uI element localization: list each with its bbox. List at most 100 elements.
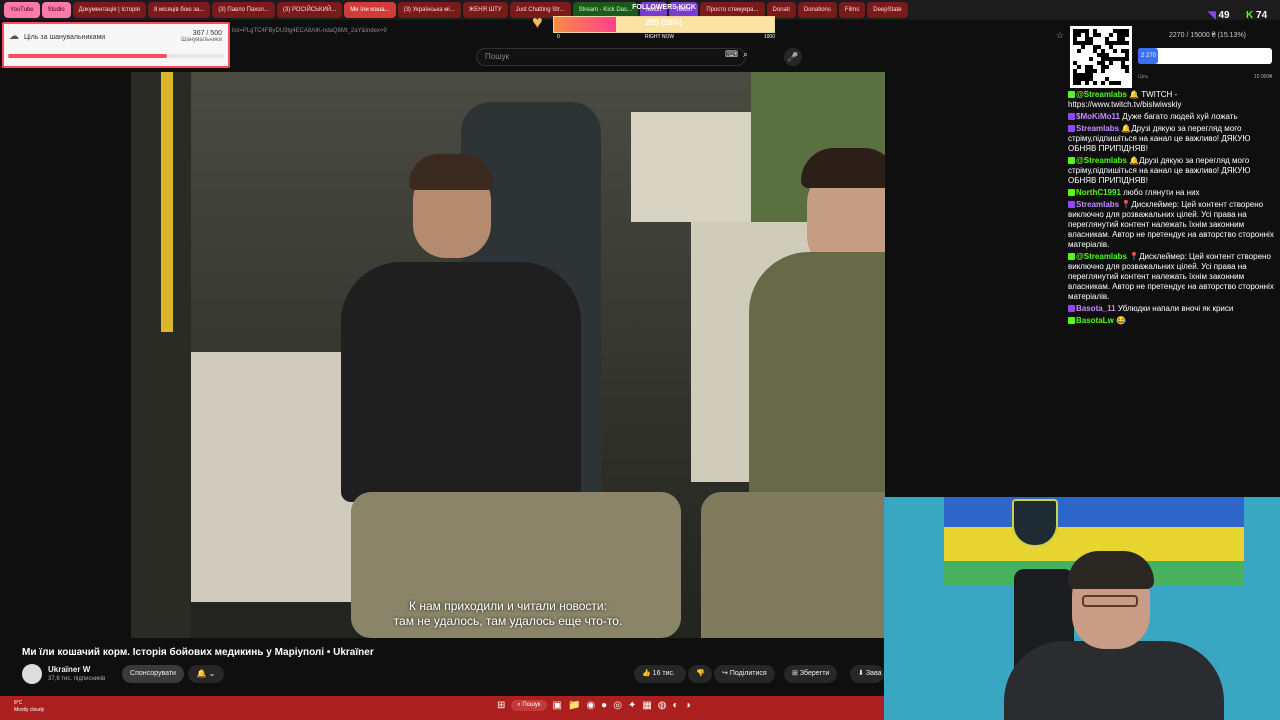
qr-module xyxy=(1105,65,1109,69)
qr-module xyxy=(1101,81,1105,85)
video-title: Ми їли кошачий корм. Історія бойових мед… xyxy=(22,647,374,658)
task-view-icon[interactable]: ▣ xyxy=(553,700,562,711)
chat-username[interactable]: $MoKiMo11 xyxy=(1076,112,1120,121)
channel-name[interactable]: Ukraїner W xyxy=(48,665,90,674)
app-icon-3[interactable]: ✦ xyxy=(628,700,636,711)
bookmark-star-icon[interactable]: ☆ xyxy=(1056,26,1064,44)
qr-module xyxy=(1093,81,1097,85)
weather-desc: Mostly cloudy xyxy=(14,707,45,713)
chat-text: Дуже багато людей хуй ложать xyxy=(1122,112,1238,121)
streamer-hair xyxy=(1068,551,1154,589)
save-button[interactable]: ⊞ Зберегти xyxy=(784,665,838,683)
qr-module xyxy=(1109,33,1113,37)
yellow-handrail xyxy=(161,72,173,332)
chat-username[interactable]: @Streamlabs xyxy=(1076,156,1127,165)
kick-goal-mid: RIGHT NOW xyxy=(645,34,675,40)
webcam-feed xyxy=(884,497,1280,720)
browser-tab[interactable]: (3) РОСІЙСЬКИЙ... xyxy=(276,2,343,18)
streamer-glasses xyxy=(1082,595,1138,607)
thumbs-up-icon: 👍 xyxy=(642,670,651,677)
thumbs-down-icon: 👎 xyxy=(696,670,705,677)
channel-avatar[interactable] xyxy=(22,664,42,684)
twitch-badge-icon xyxy=(1068,113,1075,120)
chrome-icon[interactable]: ◍ xyxy=(658,700,667,711)
windows-start-icon[interactable]: ⊞ xyxy=(497,700,505,711)
follower-goal-widget: ☁ Ціль за шанувальниками 367 / 500 Шанув… xyxy=(2,22,230,68)
video-subtitles: К нам приходили и читали новости: там не… xyxy=(131,599,885,629)
notification-bell-button[interactable]: 🔔 ⌄ xyxy=(188,665,224,683)
taskbar-search[interactable]: ⌕ Пошук xyxy=(511,700,547,711)
browser-icon[interactable]: ◉ xyxy=(586,700,595,711)
chat-text: Ублюдки напали вночі як криси xyxy=(1117,304,1234,313)
browser-tab[interactable]: Films xyxy=(838,2,866,18)
sponsor-button[interactable]: Спонсорувати xyxy=(122,665,184,683)
search-placeholder: Пошук xyxy=(485,52,510,61)
browser-tab[interactable]: YouTube xyxy=(4,2,40,18)
download-button[interactable]: ⬇ Зава xyxy=(850,665,884,683)
bell-icon: 🔔 ⌄ xyxy=(196,669,216,678)
kick-goal-min: 0 xyxy=(557,34,560,40)
woman-right-hair xyxy=(801,148,885,188)
chat-message: $MoKiMo11 Дуже багато людей хуй ложать xyxy=(1068,112,1278,122)
twitch-badge-icon xyxy=(1068,125,1075,132)
qr-module xyxy=(1077,49,1081,53)
twitch-viewers: 49 xyxy=(1218,10,1230,21)
chat-username[interactable]: @Streamlabs xyxy=(1076,252,1127,261)
goal-count-value: 367 / 500 xyxy=(192,30,222,37)
obs-icon[interactable]: ◑ xyxy=(685,700,691,711)
calculator-icon[interactable]: ▦ xyxy=(642,700,651,711)
share-button[interactable]: ↪ Поділитися xyxy=(714,665,775,683)
search-icon[interactable]: ⌨ ⌕ xyxy=(725,49,748,60)
kick-badge-icon xyxy=(1068,91,1075,98)
chat-username[interactable]: BasotaLw xyxy=(1076,316,1114,325)
share-label: Поділитися xyxy=(729,670,767,677)
video-player[interactable]: К нам приходили и читали новости: там не… xyxy=(131,72,885,638)
browser-tab[interactable]: Donations xyxy=(797,2,837,18)
download-label: Зава xyxy=(865,670,882,677)
qr-module xyxy=(1089,57,1093,61)
goal-progress-fill xyxy=(8,54,167,58)
app-icon-2[interactable]: ◎ xyxy=(613,700,622,711)
browser-tab[interactable]: 8 місяців бою за... xyxy=(148,2,211,18)
donation-goal-label: Ціль xyxy=(1138,74,1149,80)
browser-tab[interactable]: Ми їли коша... xyxy=(344,2,396,18)
twitch-badge-icon xyxy=(1068,201,1075,208)
like-count: 16 тис. xyxy=(652,670,675,677)
download-icon: ⬇ xyxy=(858,670,864,677)
kick-goal-value: 289 (28%) xyxy=(645,18,683,27)
weather-temp: 8°C xyxy=(14,700,23,706)
donation-qr-code xyxy=(1070,26,1132,88)
dislike-button[interactable]: 👎 xyxy=(688,665,712,683)
browser-tab[interactable]: (3) Українська мі... xyxy=(397,2,461,18)
donation-max: 15 000₴ xyxy=(1253,74,1272,80)
browser-tab[interactable]: ЖЕНЯ ШТУ xyxy=(462,2,508,18)
chat-username[interactable]: NorthC1991 xyxy=(1076,188,1121,197)
browser-tab[interactable]: DeepState xyxy=(867,2,908,18)
like-button[interactable]: 👍 16 тис. xyxy=(634,665,686,683)
chat-message: BasotaLw 😂 xyxy=(1068,316,1278,326)
flag-emblem xyxy=(1012,499,1058,547)
chat-message: Streamlabs 📍Дисклеймер: Цей контент ство… xyxy=(1068,200,1278,250)
goal-count: 367 / 500 Шанувальники xyxy=(181,30,222,43)
microphone-icon[interactable]: 🎤 xyxy=(784,48,802,66)
chat-username[interactable]: Streamlabs xyxy=(1076,200,1119,209)
chat-username[interactable]: @Streamlabs xyxy=(1076,90,1127,99)
browser-tab[interactable]: (3) Павло Пахол... xyxy=(212,2,275,18)
twitch-viewer-count: ◥ 49 xyxy=(1208,10,1230,21)
file-explorer-icon[interactable]: 📁 xyxy=(568,700,580,711)
qr-module xyxy=(1077,33,1081,37)
steam-icon[interactable]: ◐ xyxy=(673,700,679,711)
chat-username[interactable]: Streamlabs xyxy=(1076,124,1119,133)
flag-blue-stripe xyxy=(944,497,1244,527)
chat-text: любо глянути на них xyxy=(1123,188,1200,197)
weather-widget[interactable]: 8°C Mostly cloudy xyxy=(14,700,44,714)
chat-username[interactable]: Basota_11 xyxy=(1076,304,1116,313)
app-icon-1[interactable]: ● xyxy=(601,700,607,711)
browser-tab[interactable]: Studio xyxy=(41,2,71,18)
woman-left-hair xyxy=(409,154,493,190)
youtube-search-input[interactable]: Пошук xyxy=(476,48,746,66)
kick-goal-title: FOLLOWERS KICK xyxy=(632,4,696,11)
browser-tab[interactable]: Документація | Історія xyxy=(72,2,146,18)
woman-left-body xyxy=(341,262,581,502)
qr-module xyxy=(1077,81,1081,85)
